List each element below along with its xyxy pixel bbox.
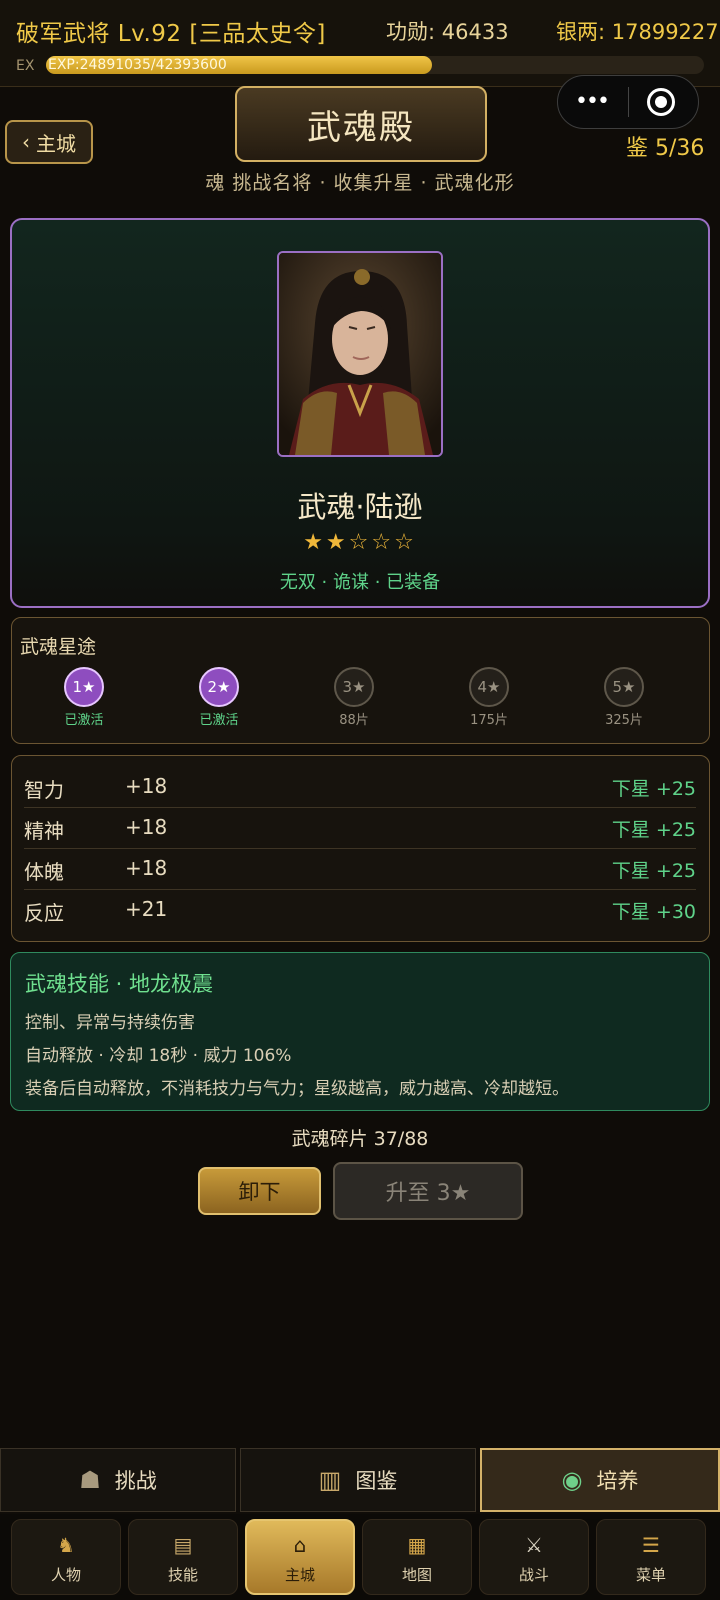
mask-icon: ☗ [79,1466,101,1494]
back-button-label: 主城 [36,131,76,156]
star-node-5[interactable]: 5★ [604,667,644,707]
player-title: 破军武将 Lv.92 [三品太史令] [16,21,326,47]
nav-item-label: 技能 [167,1565,198,1584]
nav-item-2[interactable]: ▤ 技能 [128,1519,238,1595]
star-node-1[interactable]: 1★ [64,667,104,707]
attribute-next-star: 下星 +25 [611,778,696,800]
nav-item-4[interactable]: ▦ 地图 [362,1519,472,1595]
star-node-status: 88片 [339,713,369,728]
nav-item-1[interactable]: ♞ 人物 [11,1519,121,1595]
attribute-row: 反应 +21 下星 +30 [24,889,696,930]
star-node-2[interactable]: 2★ [199,667,239,707]
nav-item-label: 人物 [50,1565,81,1584]
star-node-status: 325片 [605,713,643,728]
attribute-next-star: 下星 +25 [611,819,696,841]
close-miniprogram-dot [655,96,667,108]
back-to-city-button[interactable]: ‹ 主城 [5,120,93,164]
star-path-title: 武魂星途 [20,636,97,658]
page-title: 武魂殿 [235,86,487,162]
nav-item-label: 地图 [401,1565,432,1584]
attribute-value: +18 [125,856,168,880]
attribute-value: +21 [125,897,168,921]
sub-tab-2[interactable]: ▥ 图鉴 [240,1448,476,1512]
capsule-divider [628,87,629,117]
portrait-illustration [279,253,441,455]
hero-portrait[interactable] [277,251,443,457]
star-node-status: 175片 [470,713,508,728]
attribute-name: 反应 [24,901,64,925]
ex-label: EX [16,58,35,74]
map-icon: ▦ [407,1532,427,1557]
menu-scroll-icon: ☰ [642,1532,660,1557]
sub-tab-label: 图鉴 [355,1469,398,1493]
nav-item-3[interactable]: ⌂ 主城 [245,1519,355,1595]
attribute-name: 体魄 [24,860,64,884]
skill-description: 装备后自动释放，不消耗技力与气力；星级越高，威力越高、冷却越短。 [25,1079,569,1099]
nav-item-6[interactable]: ☰ 菜单 [596,1519,706,1595]
nav-item-label: 主城 [284,1565,315,1584]
skill-type: 控制、异常与持续伤害 [25,1013,195,1033]
nav-item-5[interactable]: ⚔ 战斗 [479,1519,589,1595]
sub-tab-1[interactable]: ☗ 挑战 [0,1448,236,1512]
attribute-row: 体魄 +18 下星 +25 [24,848,696,890]
hero-star-rating: ★★☆☆☆ [303,530,417,555]
exp-text: EXP:24891035/42393600 [48,57,227,73]
sub-tab-label: 挑战 [114,1469,157,1493]
pagoda-icon: ⌂ [293,1532,307,1557]
silver-counter: 银两: 17899227 [556,20,719,44]
attribute-row: 智力 +18 下星 +25 [24,766,696,808]
star-node-3[interactable]: 3★ [334,667,374,707]
star-node-status: 已激活 [64,713,104,728]
sub-tab-label: 培养 [596,1469,639,1493]
more-options-icon[interactable]: ••• [575,89,610,114]
upgrade-star-button[interactable]: 升至 3★ [333,1162,523,1220]
skill-title: 武魂技能 · 地龙极震 [25,972,214,996]
unequip-button[interactable]: 卸下 [198,1167,321,1215]
attribute-row: 精神 +18 下星 +25 [24,807,696,849]
page-subtitle: 魂 挑战名将 · 收集升星 · 武魂化形 [205,172,515,194]
crossed-swords-icon: ⚔ [525,1532,543,1557]
attribute-value: +18 [125,815,168,839]
hero-tags: 无双 · 诡谋 · 已装备 [279,572,441,593]
star-node-4[interactable]: 4★ [469,667,509,707]
hero-name: 武魂·陆逊 [297,490,423,524]
codex-count: 鉴 5/36 [626,136,705,161]
book-icon: ▥ [318,1466,342,1494]
scroll-icon: ▤ [173,1532,193,1557]
attribute-name: 智力 [24,778,64,802]
sub-tab-3[interactable]: ◉ 培养 [480,1448,720,1512]
attribute-name: 精神 [24,819,64,843]
attribute-next-star: 下星 +25 [611,860,696,882]
attribute-next-star: 下星 +30 [611,901,696,923]
merit-counter: 功勋: 46433 [386,20,509,44]
warrior-icon: ♞ [57,1532,75,1557]
nav-item-label: 战斗 [518,1565,549,1584]
nav-item-label: 菜单 [635,1565,666,1584]
star-node-status: 已激活 [199,713,239,728]
skill-stats: 自动释放 · 冷却 18秒 · 威力 106% [25,1046,292,1066]
attribute-value: +18 [125,774,168,798]
chevron-left-icon: ‹ [22,130,30,154]
orb-icon: ◉ [561,1466,583,1494]
fragment-count: 武魂碎片 37/88 [291,1128,429,1150]
